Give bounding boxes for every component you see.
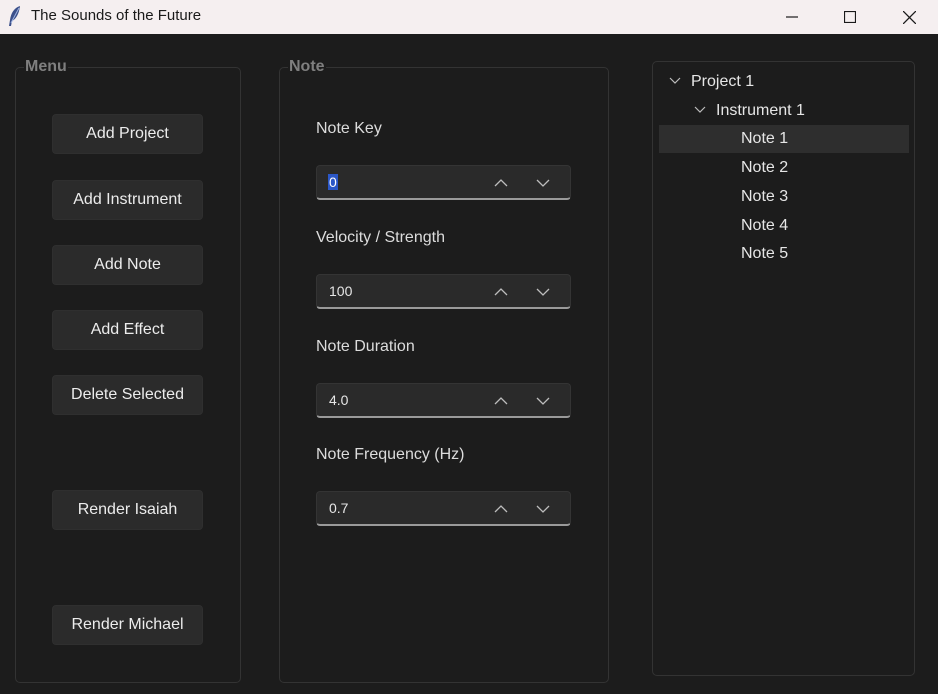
- close-icon: [902, 10, 916, 24]
- maximize-icon: [844, 11, 856, 23]
- tree-item-label: Note 1: [741, 130, 789, 147]
- chevron-up-icon[interactable]: [493, 284, 509, 300]
- chevron-up-icon[interactable]: [493, 393, 509, 409]
- chevron-down-icon[interactable]: [669, 76, 681, 86]
- tree-item-label: Note 3: [741, 188, 789, 205]
- tree-item-instrument[interactable]: Instrument 1: [659, 97, 909, 125]
- note-duration-label: Note Duration: [316, 338, 415, 355]
- note-key-label: Note Key: [316, 120, 382, 137]
- note-frequency-label: Note Frequency (Hz): [316, 446, 465, 463]
- tree-item-label: Note 5: [741, 245, 789, 262]
- note-duration-value[interactable]: 4.0: [329, 392, 348, 408]
- tree-item-project[interactable]: Project 1: [659, 68, 909, 96]
- velocity-label: Velocity / Strength: [316, 229, 445, 246]
- menu-group-label: Menu: [24, 58, 68, 76]
- feather-icon: [6, 5, 24, 27]
- tree-item-label: Note 4: [741, 217, 789, 234]
- project-tree[interactable]: Project 1 Instrument 1 Note 1 Note 2 Not…: [652, 61, 915, 676]
- title-bar: The Sounds of the Future: [0, 0, 938, 34]
- window-title: The Sounds of the Future: [31, 7, 202, 24]
- chevron-down-icon[interactable]: [694, 105, 706, 115]
- note-key-spinbox[interactable]: 0: [316, 165, 571, 200]
- render-michael-button[interactable]: Render Michael: [52, 605, 203, 645]
- close-button[interactable]: [880, 0, 938, 34]
- render-isaiah-button[interactable]: Render Isaiah: [52, 490, 203, 530]
- minimize-icon: [786, 16, 798, 18]
- add-effect-button[interactable]: Add Effect: [52, 310, 203, 350]
- tree-item-label: Project 1: [691, 73, 755, 90]
- note-group-label: Note: [288, 58, 326, 76]
- note-duration-spinbox[interactable]: 4.0: [316, 383, 571, 418]
- add-note-button[interactable]: Add Note: [52, 245, 203, 285]
- tree-item-label: Note 2: [741, 159, 789, 176]
- note-key-value[interactable]: 0: [328, 174, 338, 190]
- minimize-button[interactable]: [763, 0, 821, 34]
- note-group: Note Note Key 0 Velocity / Strength 100 …: [279, 58, 609, 683]
- chevron-down-icon[interactable]: [535, 501, 551, 517]
- chevron-down-icon[interactable]: [535, 175, 551, 191]
- chevron-up-icon[interactable]: [493, 501, 509, 517]
- velocity-value[interactable]: 100: [329, 283, 352, 299]
- tree-item-note[interactable]: Note 3: [659, 183, 909, 211]
- chevron-down-icon[interactable]: [535, 393, 551, 409]
- tree-item-label: Instrument 1: [716, 102, 805, 119]
- velocity-spinbox[interactable]: 100: [316, 274, 571, 309]
- add-instrument-button[interactable]: Add Instrument: [52, 180, 203, 220]
- add-project-button[interactable]: Add Project: [52, 114, 203, 154]
- delete-selected-button[interactable]: Delete Selected: [52, 375, 203, 415]
- tree-item-note[interactable]: Note 4: [659, 212, 909, 240]
- tree-item-note[interactable]: Note 2: [659, 154, 909, 182]
- menu-group: Menu Add Project Add Instrument Add Note…: [15, 58, 241, 683]
- maximize-button[interactable]: [821, 0, 879, 34]
- tree-item-note[interactable]: Note 1: [659, 125, 909, 153]
- tree-item-note[interactable]: Note 5: [659, 240, 909, 268]
- chevron-up-icon[interactable]: [493, 175, 509, 191]
- chevron-down-icon[interactable]: [535, 284, 551, 300]
- note-frequency-spinbox[interactable]: 0.7: [316, 491, 571, 526]
- note-frequency-value[interactable]: 0.7: [329, 500, 348, 516]
